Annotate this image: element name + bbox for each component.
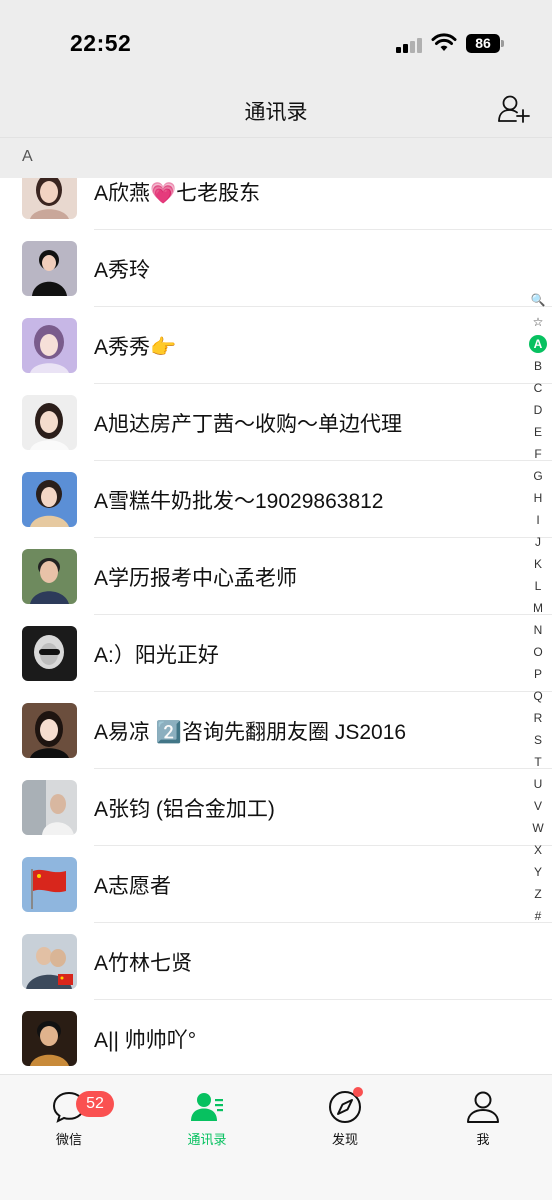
index-letter[interactable]: O [526, 641, 550, 663]
contact-row[interactable]: A易凉 2️⃣咨询先翻朋友圈 JS2016 [0, 692, 552, 769]
index-letter[interactable]: S [526, 729, 550, 751]
contact-row[interactable]: A:）阳光正好 [0, 615, 552, 692]
index-letter[interactable]: 🔍 [526, 289, 550, 311]
cellular-signal-icon [396, 37, 422, 53]
tab-me[interactable]: 我 [414, 1089, 552, 1159]
avatar [22, 626, 77, 681]
avatar [22, 703, 77, 758]
contact-row[interactable]: A|| 帅帅吖° [0, 1000, 552, 1074]
index-letter[interactable]: B [526, 355, 550, 377]
index-letter[interactable]: P [526, 663, 550, 685]
contact-row[interactable]: A张钧 (铝合金加工) [0, 769, 552, 846]
tab-label: 我 [476, 1132, 490, 1147]
index-letter[interactable]: N [526, 619, 550, 641]
avatar [22, 857, 77, 912]
contact-name: A张钧 (铝合金加工) [94, 798, 275, 821]
alphabet-index[interactable]: 🔍 ☆ A B C D E F G H I J K L M N O P Q R S T U V W X Y Z # [526, 289, 550, 927]
contact-name: A学历报考中心孟老师 [94, 567, 298, 590]
index-letter[interactable]: L [526, 575, 550, 597]
page-title: 通讯录 [244, 101, 308, 124]
tab-bar: 微信 52 通讯录 发现 我 [0, 1074, 552, 1200]
index-letter[interactable]: H [526, 487, 550, 509]
avatar [22, 472, 77, 527]
battery-icon [501, 40, 504, 47]
notification-dot [353, 1087, 363, 1097]
unread-badge: 52 [76, 1091, 114, 1117]
contact-name: A易凉 2️⃣咨询先翻朋友圈 JS2016 [94, 721, 407, 744]
index-letter[interactable]: # [526, 905, 550, 927]
section-letter: A [22, 148, 33, 165]
avatar [22, 934, 77, 989]
contact-row[interactable]: A志愿者 [0, 846, 552, 923]
status-bar: 22:52 86 [0, 0, 552, 84]
index-letter[interactable]: W [526, 817, 550, 839]
index-letter[interactable]: V [526, 795, 550, 817]
index-letter[interactable]: D [526, 399, 550, 421]
tab-chats[interactable]: 微信 52 [0, 1089, 138, 1159]
contact-row[interactable]: A旭达房产丁茜～收购～单边代理 [0, 384, 552, 461]
index-letter[interactable]: E [526, 421, 550, 443]
contact-name: A|| 帅帅吖° [94, 1029, 197, 1052]
contact-name: A旭达房产丁茜～收购～单边代理 [94, 413, 403, 436]
tab-label: 通讯录 [187, 1132, 227, 1147]
avatar [22, 395, 77, 450]
index-letter[interactable]: ☆ [526, 311, 550, 333]
add-friend-icon[interactable] [497, 93, 531, 125]
index-letter[interactable]: Q [526, 685, 550, 707]
contact-name: A欣燕💗七老股东 [94, 182, 261, 205]
index-letter[interactable]: J [526, 531, 550, 553]
index-letter[interactable]: A [526, 333, 550, 355]
wifi-icon [431, 33, 457, 51]
contact-name: A雪糕牛奶批发～19029863812 [94, 490, 384, 513]
contacts-icon [191, 1093, 223, 1121]
index-letter[interactable]: M [526, 597, 550, 619]
index-letter[interactable]: C [526, 377, 550, 399]
status-time: 22:52 [70, 30, 132, 56]
contact-row[interactable]: A秀秀👉 [0, 307, 552, 384]
nav-bar: 通讯录 [0, 84, 552, 138]
index-letter[interactable]: K [526, 553, 550, 575]
avatar [22, 549, 77, 604]
section-header: A [0, 138, 552, 178]
avatar [22, 318, 77, 373]
index-letter[interactable]: X [526, 839, 550, 861]
avatar [22, 780, 77, 835]
contact-row[interactable]: A秀玲 [0, 230, 552, 307]
contact-row[interactable]: A学历报考中心孟老师 [0, 538, 552, 615]
index-letter[interactable]: R [526, 707, 550, 729]
index-letter[interactable]: T [526, 751, 550, 773]
contact-list: A欣燕💗七老股东 A秀玲 A秀秀👉 A旭达房产丁茜～收购～单边代理 A雪糕牛奶批… [0, 178, 552, 1074]
index-letter[interactable]: G [526, 465, 550, 487]
tab-discover[interactable]: 发现 [276, 1089, 414, 1159]
index-letter[interactable]: U [526, 773, 550, 795]
index-letter[interactable]: I [526, 509, 550, 531]
contact-row[interactable]: A雪糕牛奶批发～19029863812 [0, 461, 552, 538]
battery-level: 86 [466, 34, 500, 53]
avatar [22, 241, 77, 296]
tab-contacts[interactable]: 通讯录 [138, 1089, 276, 1159]
contact-row[interactable]: A欣燕💗七老股东 [0, 178, 552, 230]
contact-name: A秀玲 [94, 259, 151, 282]
contact-name: A竹林七贤 [94, 952, 193, 975]
index-letter[interactable]: Y [526, 861, 550, 883]
person-icon [467, 1091, 499, 1123]
index-letter[interactable]: F [526, 443, 550, 465]
tab-label: 微信 [55, 1132, 82, 1147]
contact-name: A:）阳光正好 [94, 644, 219, 667]
contact-name: A志愿者 [94, 875, 172, 898]
avatar [22, 1011, 77, 1066]
index-letter[interactable]: Z [526, 883, 550, 905]
tab-label: 发现 [331, 1132, 358, 1147]
contact-name: A秀秀👉 [94, 336, 177, 359]
contact-row[interactable]: A竹林七贤 [0, 923, 552, 1000]
avatar [22, 178, 77, 219]
